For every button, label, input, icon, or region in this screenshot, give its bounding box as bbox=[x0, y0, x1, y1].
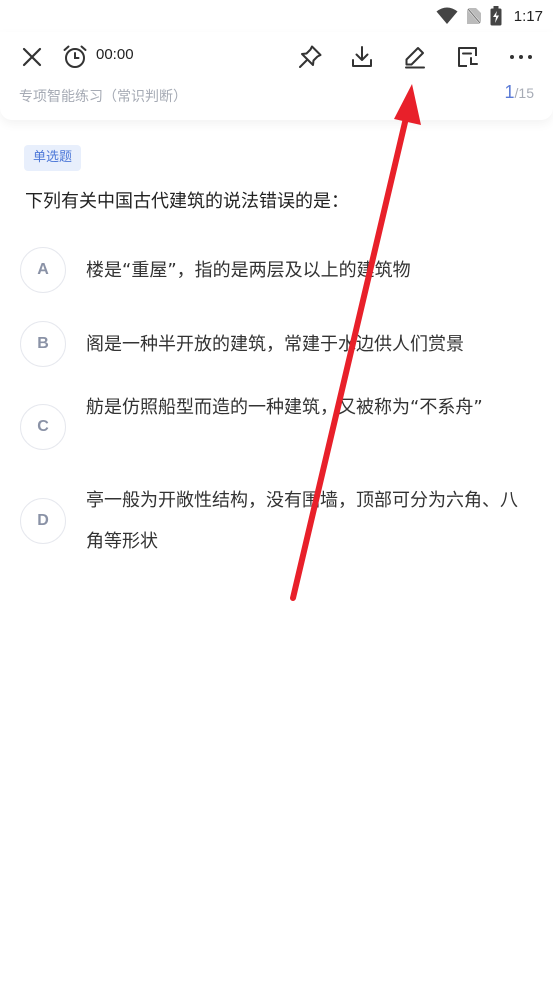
total-questions: /15 bbox=[514, 85, 534, 101]
notes-button[interactable] bbox=[453, 42, 483, 72]
alarm-clock-icon bbox=[63, 45, 87, 68]
pin-button[interactable] bbox=[295, 42, 325, 72]
option-letter: A bbox=[20, 247, 66, 293]
close-icon bbox=[22, 47, 42, 67]
note-search-icon bbox=[458, 47, 478, 67]
close-button[interactable] bbox=[17, 42, 47, 72]
option-b[interactable]: B 阁是一种半开放的建筑，常建于水边供人们赏景 bbox=[20, 321, 530, 367]
pin-icon bbox=[299, 45, 322, 68]
option-letter: B bbox=[20, 321, 66, 367]
wifi-icon bbox=[436, 7, 458, 24]
option-d[interactable]: D 亭一般为开敞性结构，没有围墙，顶部可分为六角、八角等形状 bbox=[20, 480, 530, 562]
option-text: 舫是仿照船型而造的一种建筑，又被称为“不系舟” bbox=[86, 397, 483, 418]
timer-value: 00:00 bbox=[96, 46, 134, 63]
no-sim-icon bbox=[466, 7, 482, 25]
status-bar: 1:17 bbox=[0, 0, 553, 32]
option-letter: C bbox=[20, 404, 66, 450]
exercise-title: 专项智能练习（常识判断） bbox=[19, 89, 187, 105]
option-text: 亭一般为开敞性结构，没有围墙，顶部可分为六角、八角等形状 bbox=[86, 490, 518, 552]
download-button[interactable] bbox=[347, 42, 377, 72]
option-letter: D bbox=[20, 498, 66, 544]
timer-button[interactable] bbox=[60, 42, 90, 72]
question-counter: 1/15 bbox=[505, 82, 534, 103]
status-clock: 1:17 bbox=[513, 7, 543, 25]
practice-screen: 1:17 00:00 专项智能练习（常识判断） 1/15 单选题 下列有关中国古… bbox=[0, 0, 553, 983]
question-type-badge: 单选题 bbox=[24, 145, 82, 171]
pencil-icon bbox=[405, 47, 425, 69]
current-question-number: 1 bbox=[504, 82, 515, 102]
edit-button[interactable] bbox=[400, 42, 430, 72]
battery-charging-icon bbox=[490, 6, 502, 26]
exercise-info: 专项智能练习（常识判断） 1/15 bbox=[0, 82, 553, 120]
option-a[interactable]: A 楼是“重屋”，指的是两层及以上的建筑物 bbox=[20, 247, 530, 293]
option-c[interactable]: C 舫是仿照船型而造的一种建筑，又被称为“不系舟” bbox=[20, 387, 530, 469]
header: 00:00 专项智能练习（常识判断） 1/15 bbox=[0, 32, 553, 120]
question-stem: 下列有关中国古代建筑的说法错误的是： bbox=[25, 191, 349, 212]
download-icon bbox=[352, 46, 372, 67]
more-icon bbox=[510, 55, 532, 59]
more-button[interactable] bbox=[506, 42, 536, 72]
toolbar: 00:00 bbox=[0, 32, 553, 82]
option-text: 阁是一种半开放的建筑，常建于水边供人们赏景 bbox=[86, 334, 464, 355]
option-text: 楼是“重屋”，指的是两层及以上的建筑物 bbox=[86, 260, 411, 281]
